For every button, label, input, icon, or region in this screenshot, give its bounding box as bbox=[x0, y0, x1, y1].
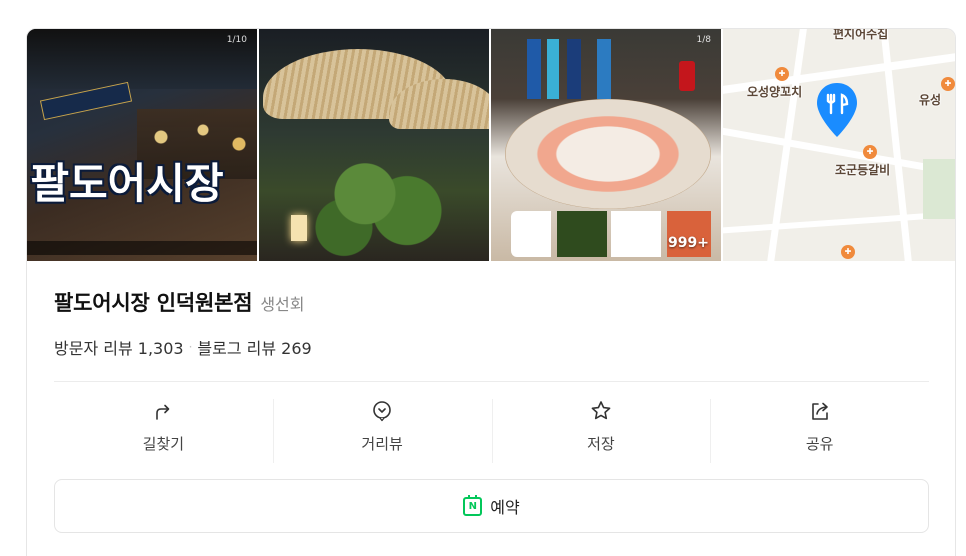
share-button[interactable]: 공유 bbox=[710, 393, 929, 467]
directions-button[interactable]: 길찾기 bbox=[54, 393, 273, 467]
photo-sashimi-platter[interactable]: 1/8 999+ bbox=[491, 29, 721, 261]
naver-calendar-icon: N bbox=[463, 494, 483, 516]
restaurant-poi-icon: ✚ bbox=[941, 77, 955, 91]
map-label: 조군등갈비 bbox=[835, 163, 891, 177]
save-label: 저장 bbox=[587, 435, 615, 453]
photo-sign-text: 팔도어시장 bbox=[30, 159, 224, 208]
title-row: 팔도어시장 인덕원본점 생선회 bbox=[54, 287, 304, 317]
visitor-reviews-link[interactable]: 방문자 리뷰 1,303 bbox=[54, 335, 184, 359]
photo-detail-can bbox=[679, 61, 695, 91]
street-view-label: 거리뷰 bbox=[361, 435, 403, 453]
review-summary: 방문자 리뷰 1,303 · 블로그 리뷰 269 bbox=[54, 335, 312, 359]
photo-detail-bottles bbox=[527, 39, 637, 99]
place-card: 팔도어시장 1/10 1/8 999+ 편지어수집 ✚ 오성양꼬치 ✚ 유성 ✚… bbox=[26, 28, 956, 556]
separator-dot: · bbox=[188, 340, 193, 354]
map-thumbnail[interactable]: 편지어수집 ✚ 오성양꼬치 ✚ 유성 ✚ 조군등갈비 ✚ bbox=[723, 29, 955, 261]
map-label: 오성양꼬치 bbox=[747, 85, 803, 99]
street-view-icon bbox=[373, 401, 391, 422]
blog-reviews-link[interactable]: 블로그 리뷰 269 bbox=[197, 335, 311, 359]
directions-label: 길찾기 bbox=[142, 435, 185, 453]
share-label: 공유 bbox=[805, 435, 834, 453]
map-label: 편지어수집 bbox=[833, 29, 889, 41]
photo-detail-roof bbox=[27, 29, 257, 89]
reservation-label: 예약 bbox=[490, 498, 520, 517]
place-category: 생선회 bbox=[260, 295, 305, 314]
action-bar: 길찾기 거리뷰 저장 공유 bbox=[54, 393, 929, 467]
restaurant-poi-icon: ✚ bbox=[775, 67, 789, 81]
photo-strip: 팔도어시장 1/10 1/8 999+ 편지어수집 ✚ 오성양꼬치 ✚ 유성 ✚… bbox=[27, 29, 955, 261]
photo-counter: 1/8 bbox=[696, 35, 711, 45]
photo-detail-plate bbox=[505, 99, 711, 209]
photo-restaurant-exterior[interactable]: 팔도어시장 1/10 bbox=[27, 29, 257, 261]
photo-detail-tags bbox=[27, 241, 257, 255]
street-view-button[interactable]: 거리뷰 bbox=[272, 393, 492, 467]
restaurant-poi-icon: ✚ bbox=[863, 145, 877, 159]
directions-icon bbox=[156, 404, 170, 420]
map-label: 유성 bbox=[919, 93, 942, 107]
map-park bbox=[923, 159, 955, 219]
more-photos-badge[interactable]: 999+ bbox=[668, 235, 709, 251]
photo-detail-plants bbox=[309, 149, 449, 261]
photo-counter: 1/10 bbox=[226, 35, 247, 45]
save-button[interactable]: 저장 bbox=[491, 393, 711, 467]
share-icon bbox=[811, 402, 828, 420]
location-pin-icon bbox=[817, 83, 857, 137]
divider bbox=[54, 381, 929, 382]
photo-detail-lamp bbox=[291, 215, 307, 241]
photo-terrace[interactable] bbox=[259, 29, 489, 261]
star-icon bbox=[591, 401, 611, 420]
restaurant-poi-icon: ✚ bbox=[841, 245, 855, 259]
place-name[interactable]: 팔도어시장 인덕원본점 bbox=[54, 287, 253, 317]
reservation-button[interactable]: N 예약 bbox=[54, 479, 929, 533]
